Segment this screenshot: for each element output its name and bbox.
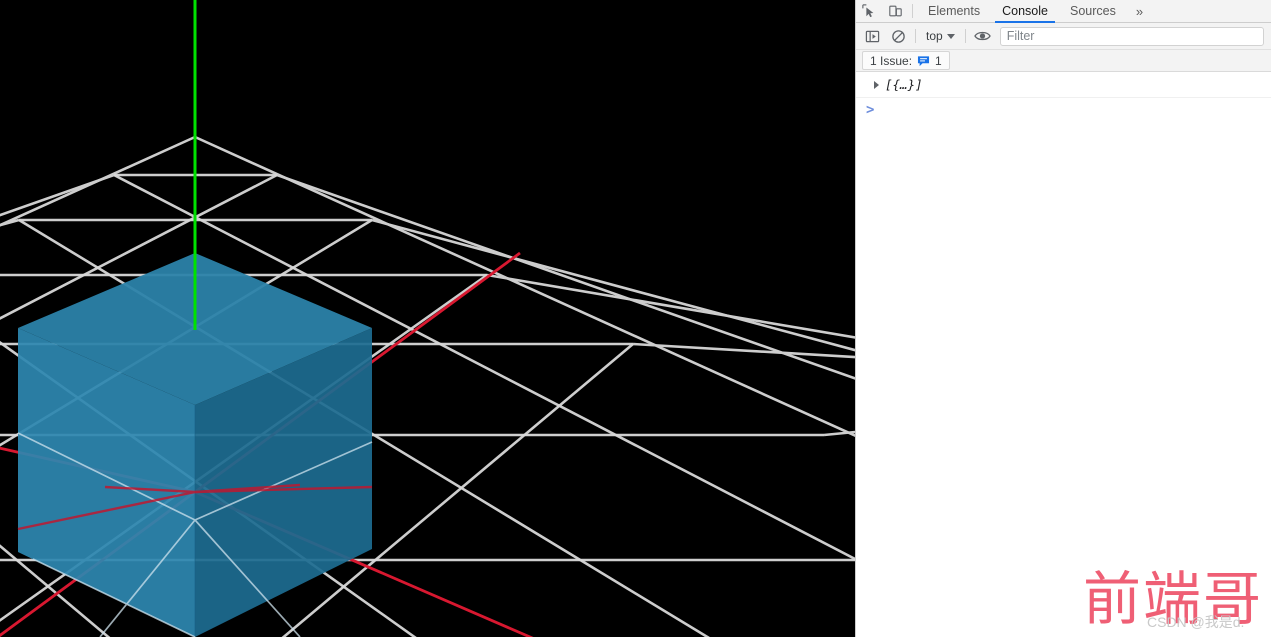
browser-window: Elements Console Sources » top Filter 1 …: [0, 0, 1271, 637]
devtools-panel: Elements Console Sources » top Filter 1 …: [855, 0, 1271, 637]
inspect-cursor-glyph: [862, 4, 874, 18]
issues-bar: 1 Issue: 1: [856, 50, 1271, 72]
inspect-element-icon[interactable]: [856, 0, 882, 22]
device-toolbar-glyph: [888, 5, 902, 17]
prompt-chevron-icon: >: [866, 102, 875, 118]
console-object-preview[interactable]: [{…}]: [885, 77, 923, 92]
execution-context-label: top: [926, 29, 943, 43]
sidebar-toggle-glyph: [865, 30, 879, 42]
issue-message-icon: [917, 55, 930, 66]
no-entry-glyph: [891, 29, 905, 43]
tab-console[interactable]: Console: [991, 0, 1059, 23]
scene-svg: [0, 0, 855, 637]
console-prompt-input[interactable]: [874, 103, 1271, 119]
device-toolbar-icon[interactable]: [882, 0, 908, 22]
tab-elements[interactable]: Elements: [917, 0, 991, 22]
console-filter-input[interactable]: [999, 26, 1264, 46]
issues-button[interactable]: 1 Issue: 1: [862, 51, 950, 70]
execution-context-selector[interactable]: top: [920, 27, 961, 46]
clear-console-icon[interactable]: [885, 25, 911, 47]
eye-glyph: [974, 31, 991, 41]
tab-console-label: Console: [1002, 4, 1048, 18]
tabbar-separator: [912, 4, 913, 18]
console-toolbar: top: [856, 23, 1271, 50]
tab-elements-label: Elements: [928, 4, 981, 18]
tab-sources[interactable]: Sources: [1059, 0, 1127, 22]
console-sidebar-icon[interactable]: [859, 25, 885, 47]
create-live-expression-icon[interactable]: [970, 25, 996, 47]
more-tabs-button[interactable]: »: [1127, 0, 1152, 22]
three-js-viewport[interactable]: [0, 0, 855, 637]
console-toolbar-separator-2: [964, 29, 966, 43]
expand-triangle-icon[interactable]: [874, 80, 879, 89]
devtools-tabbar: Elements Console Sources »: [856, 0, 1271, 23]
issues-count: 1: [935, 53, 942, 68]
console-output-area[interactable]: [{…}] >: [856, 72, 1271, 637]
issues-label: 1 Issue:: [870, 53, 913, 68]
console-toolbar-separator-1: [915, 29, 916, 43]
more-tabs-label: »: [1135, 3, 1144, 19]
console-prompt-row[interactable]: >: [856, 98, 1271, 124]
console-message-row[interactable]: [{…}]: [856, 72, 1271, 98]
tab-sources-label: Sources: [1069, 4, 1116, 18]
chevron-down-icon: [946, 33, 955, 39]
